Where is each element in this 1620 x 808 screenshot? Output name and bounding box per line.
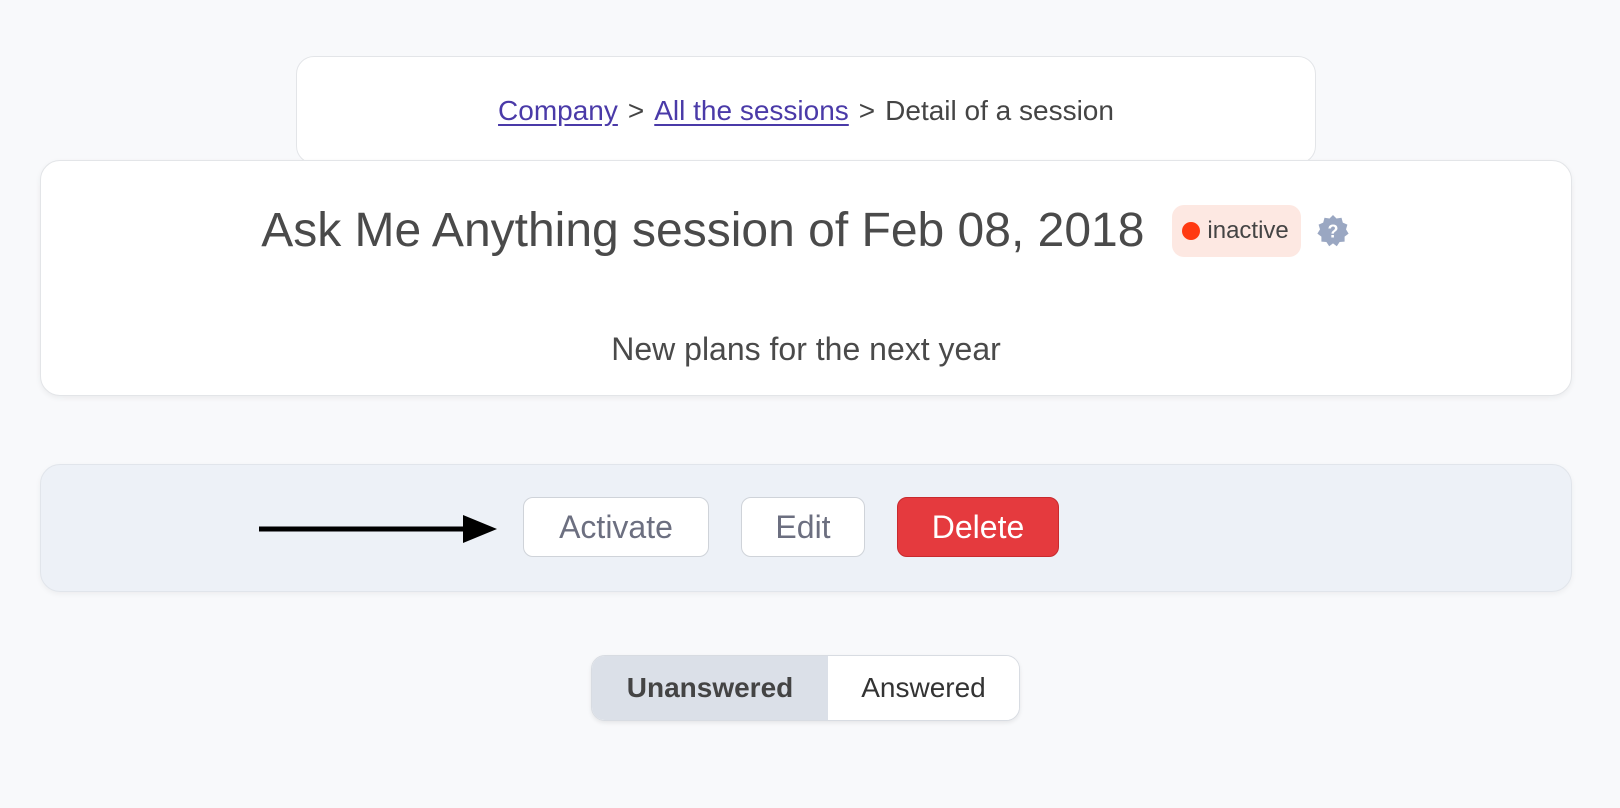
session-header-card: Ask Me Anything session of Feb 08, 2018 … [40, 160, 1572, 396]
svg-text:?: ? [1327, 222, 1338, 242]
breadcrumb: Company > All the sessions > Detail of a ses… [297, 93, 1315, 129]
session-description: New plans for the next year [611, 331, 1001, 367]
breadcrumb-link-sessions[interactable]: All the sessions [654, 95, 849, 126]
arrow-right-icon [259, 515, 497, 543]
page-title: Ask Me Anything session of Feb 08, 2018 [261, 204, 1145, 257]
question-filter-toggle: Unanswered Answered [591, 655, 1020, 721]
session-actions-bar: Activate Edit Delete [40, 464, 1572, 592]
question-badge-icon[interactable]: ? [1315, 213, 1351, 249]
session-title-row: Ask Me Anything session of Feb 08, 2018 … [41, 201, 1571, 261]
status-label: inactive [1207, 217, 1289, 244]
status-dot-icon [1182, 222, 1201, 240]
edit-button[interactable]: Edit [741, 497, 865, 557]
breadcrumb-current: Detail of a session [885, 95, 1114, 126]
filter-option-unanswered[interactable]: Unanswered [592, 656, 828, 720]
activate-button[interactable]: Activate [523, 497, 709, 557]
delete-button[interactable]: Delete [897, 497, 1059, 557]
status-badge: inactive [1172, 205, 1301, 257]
breadcrumb-separator: > [627, 95, 645, 126]
breadcrumb-card: Company > All the sessions > Detail of a ses… [296, 56, 1316, 164]
breadcrumb-separator: > [858, 95, 876, 126]
filter-option-answered[interactable]: Answered [828, 656, 1019, 720]
breadcrumb-link-company[interactable]: Company [498, 95, 618, 126]
